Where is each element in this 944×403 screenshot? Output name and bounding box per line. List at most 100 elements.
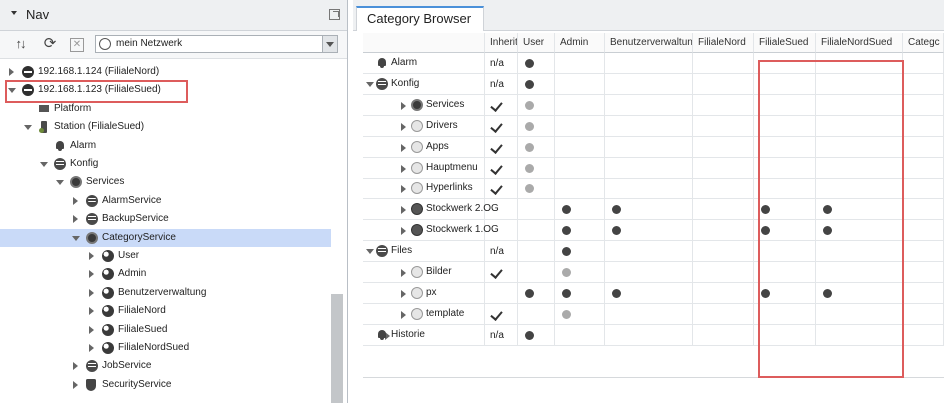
- collapsed-caret-icon[interactable]: [73, 380, 78, 389]
- membership-cell-filialenord[interactable]: [693, 136, 754, 158]
- collapsed-caret-icon[interactable]: [401, 164, 406, 173]
- membership-cell-user[interactable]: [518, 136, 555, 158]
- category-row[interactable]: px: [363, 282, 485, 304]
- inherit-cell[interactable]: [485, 136, 518, 158]
- membership-cell-benutzerverwaltung[interactable]: [605, 199, 693, 221]
- collapsed-caret-icon[interactable]: [401, 206, 406, 215]
- membership-cell-admin[interactable]: [555, 324, 605, 346]
- membership-cell-user[interactable]: [518, 303, 555, 325]
- membership-cell-category[interactable]: [903, 199, 944, 221]
- inherit-cell[interactable]: [485, 262, 518, 283]
- refresh-icon[interactable]: ⟳: [42, 36, 58, 52]
- membership-cell-filialenord[interactable]: [693, 262, 754, 283]
- membership-cell-benutzerverwaltung[interactable]: [605, 303, 693, 325]
- collapsed-caret-icon[interactable]: [89, 252, 94, 260]
- inherit-cell[interactable]: [485, 220, 518, 242]
- expanded-caret-icon[interactable]: [366, 81, 374, 87]
- membership-cell-benutzerverwaltung[interactable]: [605, 73, 693, 95]
- membership-cell-category[interactable]: [903, 324, 944, 346]
- tree-item[interactable]: FilialeSued: [0, 321, 331, 339]
- tree-item[interactable]: User: [0, 247, 331, 265]
- membership-cell-user[interactable]: [518, 73, 555, 95]
- membership-cell-admin[interactable]: [555, 178, 605, 200]
- membership-cell-user[interactable]: [518, 220, 555, 242]
- category-row[interactable]: Drivers: [363, 115, 485, 137]
- collapsed-caret-icon[interactable]: [89, 325, 94, 334]
- membership-cell-filialenord[interactable]: [693, 199, 754, 221]
- membership-cell-user[interactable]: [518, 262, 555, 283]
- membership-cell-admin[interactable]: [555, 136, 605, 158]
- membership-cell-category[interactable]: [903, 115, 944, 137]
- tree-item[interactable]: FilialeNord: [0, 302, 331, 320]
- tree-item[interactable]: Admin: [0, 265, 331, 283]
- collapsed-caret-icon[interactable]: [401, 269, 406, 277]
- membership-cell-user[interactable]: [518, 324, 555, 346]
- tree-item[interactable]: SecurityService: [0, 376, 331, 394]
- collapsed-caret-icon[interactable]: [89, 307, 94, 316]
- membership-cell-user[interactable]: [518, 115, 555, 137]
- membership-cell-admin[interactable]: [555, 241, 605, 263]
- membership-cell-category[interactable]: [903, 303, 944, 325]
- inherit-cell[interactable]: n/a: [485, 53, 518, 74]
- collapsed-caret-icon[interactable]: [9, 68, 14, 76]
- membership-cell-benutzerverwaltung[interactable]: [605, 53, 693, 74]
- inherit-cell[interactable]: [485, 282, 518, 304]
- membership-cell-benutzerverwaltung[interactable]: [605, 241, 693, 263]
- membership-cell-filialenord[interactable]: [693, 178, 754, 200]
- column-header-category[interactable]: Categc: [903, 33, 944, 53]
- tree-item[interactable]: 192.168.1.124 (FilialeNord): [0, 63, 331, 81]
- membership-cell-benutzerverwaltung[interactable]: [605, 324, 693, 346]
- maximize-icon[interactable]: [329, 9, 340, 20]
- membership-cell-benutzerverwaltung[interactable]: [605, 178, 693, 200]
- tree-item[interactable]: BackupService: [0, 210, 331, 228]
- membership-cell-category[interactable]: [903, 178, 944, 200]
- close-icon[interactable]: ✕: [70, 38, 84, 52]
- membership-cell-admin[interactable]: [555, 282, 605, 304]
- inherit-cell[interactable]: [485, 178, 518, 200]
- category-row[interactable]: Stockwerk 2.OG: [363, 199, 499, 221]
- collapsed-caret-icon[interactable]: [401, 143, 406, 152]
- column-header-inherit[interactable]: Inherit: [485, 33, 518, 53]
- membership-cell-category[interactable]: [903, 157, 944, 179]
- collapsed-caret-icon[interactable]: [401, 122, 406, 131]
- membership-cell-category[interactable]: [903, 73, 944, 95]
- expanded-caret-icon[interactable]: [40, 162, 48, 167]
- membership-cell-admin[interactable]: [555, 262, 605, 283]
- membership-cell-benutzerverwaltung[interactable]: [605, 157, 693, 179]
- category-row[interactable]: Bilder: [363, 262, 485, 283]
- membership-cell-filialenord[interactable]: [693, 282, 754, 304]
- collapsed-caret-icon[interactable]: [73, 196, 78, 205]
- category-row[interactable]: Stockwerk 1.OG: [363, 220, 499, 242]
- category-row[interactable]: Apps: [363, 136, 485, 158]
- membership-cell-category[interactable]: [903, 220, 944, 242]
- membership-cell-filialenord[interactable]: [693, 53, 754, 74]
- tree-item[interactable]: JobService: [0, 357, 331, 375]
- membership-cell-filialenord[interactable]: [693, 220, 754, 242]
- membership-cell-admin[interactable]: [555, 115, 605, 137]
- tree-item[interactable]: AlarmService: [0, 192, 331, 210]
- collapsed-caret-icon[interactable]: [401, 310, 406, 319]
- tree-item[interactable]: FilialeNordSued: [0, 339, 331, 357]
- membership-cell-user[interactable]: [518, 157, 555, 179]
- collapsed-caret-icon[interactable]: [401, 185, 406, 194]
- column-header-filialesued[interactable]: FilialeSued: [754, 33, 816, 53]
- category-row[interactable]: Konfig: [363, 73, 485, 95]
- inherit-cell[interactable]: n/a: [485, 73, 518, 95]
- category-row[interactable]: Hauptmenu: [363, 157, 485, 179]
- inherit-cell[interactable]: [485, 94, 518, 116]
- tree-item[interactable]: Station (FilialeSued): [0, 118, 331, 136]
- inherit-cell[interactable]: n/a: [485, 241, 518, 263]
- membership-cell-filialenord[interactable]: [693, 303, 754, 325]
- membership-cell-category[interactable]: [903, 262, 944, 283]
- membership-cell-benutzerverwaltung[interactable]: [605, 220, 693, 242]
- inherit-cell[interactable]: [485, 157, 518, 179]
- collapsed-caret-icon[interactable]: [401, 227, 406, 236]
- membership-cell-admin[interactable]: [555, 53, 605, 74]
- column-header-user[interactable]: User: [518, 33, 555, 53]
- membership-cell-filialenord[interactable]: [693, 157, 754, 179]
- membership-cell-admin[interactable]: [555, 199, 605, 221]
- membership-cell-user[interactable]: [518, 53, 555, 74]
- membership-cell-user[interactable]: [518, 241, 555, 263]
- membership-cell-filialenord[interactable]: [693, 94, 754, 116]
- collapsed-caret-icon[interactable]: [89, 288, 94, 297]
